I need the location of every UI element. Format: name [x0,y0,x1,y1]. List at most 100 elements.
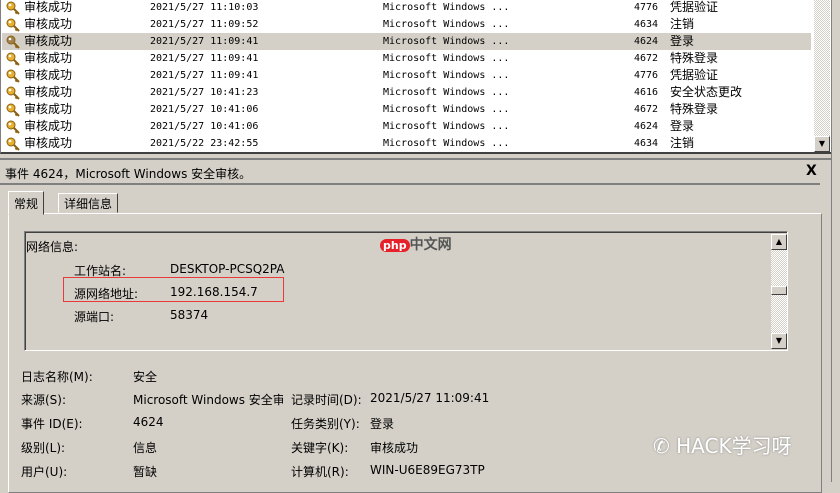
key-icon [6,1,20,15]
source-value: Microsoft Windows 安全审 [133,393,283,407]
event-task: 注销 [670,17,695,31]
description-scrollbar[interactable]: ▲ ▼ [771,234,787,349]
network-heading: 网络信息: [26,240,79,254]
key-icon [6,86,20,100]
event-row[interactable]: 审核成功 2021/5/27 10:41:23 Microsoft Windows … [2,84,811,101]
event-task: 登录 [670,34,695,48]
logged-label: 记录时间(D): [291,393,362,407]
event-id-value: 4624 [133,415,164,429]
event-id: 4776 [634,70,659,81]
event-level: 审核成功 [24,136,73,150]
event-row[interactable]: 审核成功 2021/5/27 10:41:06 Microsoft Windows … [2,101,811,118]
event-level: 审核成功 [24,17,73,31]
event-level: 审核成功 [24,85,73,99]
key-icon [6,137,20,151]
key-icon [6,35,20,49]
event-row[interactable]: 审核成功 2021/5/22 23:42:55 Microsoft Windows … [2,135,811,152]
event-task: 安全状态更改 [670,85,743,99]
event-id: 4624 [634,36,659,47]
event-level: 审核成功 [24,51,73,65]
divider [0,183,820,185]
computer-value: WIN-U6E89EG73TP [370,463,485,477]
event-date: 2021/5/27 11:09:52 [150,19,259,30]
event-date: 2021/5/27 11:09:41 [150,70,259,81]
event-date: 2021/5/27 11:09:41 [150,36,259,47]
scroll-down-button[interactable]: ▼ [771,333,787,349]
scroll-down-button[interactable]: ▼ [814,136,830,152]
event-row[interactable]: 审核成功 2021/5/27 11:09:52 Microsoft Windows … [2,16,811,33]
event-row[interactable]: 审核成功 2021/5/27 11:09:41 Microsoft Windows … [2,67,811,84]
key-icon [6,18,20,32]
php-watermark: php 中文网 [380,234,452,254]
key-icon [6,120,20,134]
event-level: 审核成功 [24,102,73,116]
event-level: 审核成功 [24,34,73,48]
event-date: 2021/5/27 11:10:03 [150,2,259,13]
event-id: 4624 [634,121,659,132]
task-category-value: 登录 [370,417,395,431]
keywords-value: 审核成功 [370,441,419,455]
event-source: Microsoft Windows ... [383,2,510,13]
event-id-label: 事件 ID(E): [21,417,83,431]
event-list-scrollbar[interactable]: ▼ [814,0,830,152]
event-date: 2021/5/27 11:09:41 [150,53,259,64]
key-icon [6,103,20,117]
workstation-value: DESKTOP-PCSQ2PA [170,262,285,276]
event-date: 2021/5/27 10:41:06 [150,104,259,115]
event-row[interactable]: 审核成功 2021/5/27 11:10:03 Microsoft Windows … [2,0,811,16]
detail-title: 事件 4624，Microsoft Windows 安全审核。 [5,167,252,181]
event-source: Microsoft Windows ... [383,87,510,98]
event-source: Microsoft Windows ... [383,19,510,30]
source-address-label: 源网络地址: [74,287,139,301]
level-value: 信息 [133,441,158,455]
log-name-label: 日志名称(M): [21,370,93,384]
event-list[interactable]: 审核成功 2021/5/27 11:10:03 Microsoft Windows … [0,0,831,154]
event-task: 特殊登录 [670,51,719,65]
event-source: Microsoft Windows ... [383,104,510,115]
source-port-label: 源端口: [74,310,115,324]
event-id: 4634 [634,138,659,149]
event-id: 4634 [634,19,659,30]
event-task: 凭据验证 [670,68,719,82]
event-task: 凭据验证 [670,0,719,14]
user-value: 暂缺 [133,465,158,479]
computer-label: 计算机(R): [291,465,349,479]
event-id: 4776 [634,2,659,13]
event-source: Microsoft Windows ... [383,121,510,132]
window-frame [831,0,840,482]
event-row[interactable]: 审核成功 2021/5/27 11:09:41 Microsoft Windows … [2,33,811,50]
tab-details[interactable]: 详细信息 [58,193,119,213]
event-id: 4672 [634,53,659,64]
log-name-value: 安全 [133,370,158,384]
event-date: 2021/5/27 10:41:23 [150,87,259,98]
wechat-icon: ✆ [653,434,677,458]
key-icon [6,52,20,66]
scroll-up-button[interactable]: ▲ [771,234,787,250]
event-source: Microsoft Windows ... [383,36,510,47]
event-row[interactable]: 审核成功 2021/5/27 11:09:41 Microsoft Windows … [2,50,811,67]
task-category-label: 任务类别(Y): [291,417,360,431]
event-level: 审核成功 [24,68,73,82]
event-date: 2021/5/27 10:41:06 [150,121,259,132]
event-level: 审核成功 [24,0,73,14]
source-port-value: 58374 [170,308,209,322]
source-address-value: 192.168.154.7 [170,285,258,299]
event-source: Microsoft Windows ... [383,53,510,64]
event-id: 4672 [634,104,659,115]
keywords-label: 关键字(K): [291,441,349,455]
tab-general[interactable]: 常规 [8,191,45,215]
event-task: 登录 [670,119,695,133]
event-source: Microsoft Windows ... [383,138,510,149]
user-label: 用户(U): [21,465,68,479]
event-id: 4616 [634,87,659,98]
event-row[interactable]: 审核成功 2021/5/27 10:41:06 Microsoft Windows … [2,118,811,135]
detail-header: 事件 4624，Microsoft Windows 安全审核。 X [0,158,831,184]
source-label: 来源(S): [21,393,67,407]
scroll-thumb[interactable] [771,286,787,295]
event-task: 特殊登录 [670,102,719,116]
event-task: 注销 [670,136,695,150]
close-icon[interactable]: X [806,163,817,179]
event-level: 审核成功 [24,119,73,133]
event-source: Microsoft Windows ... [383,70,510,81]
logged-value: 2021/5/27 11:09:41 [370,391,490,405]
